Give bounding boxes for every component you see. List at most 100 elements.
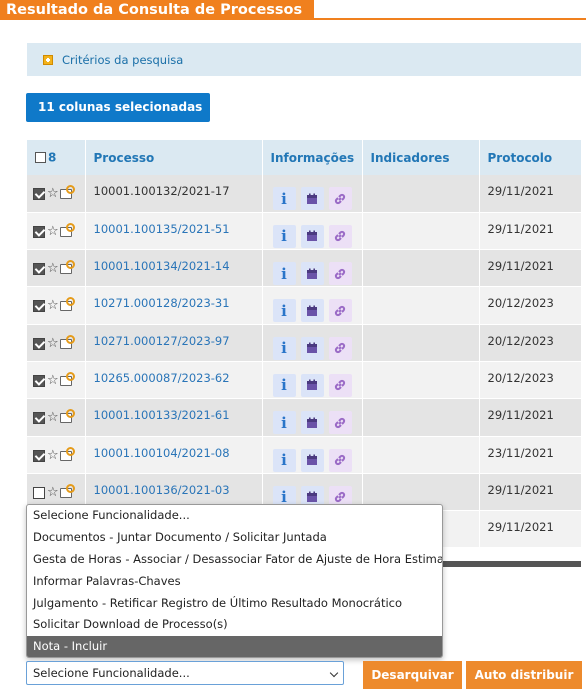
- row-checkbox[interactable]: [33, 188, 45, 200]
- dropdown-option[interactable]: Documentos - Juntar Documento / Solicita…: [27, 527, 442, 549]
- functionality-select-value: Selecione Funcionalidade...: [33, 666, 190, 680]
- tag-icon[interactable]: [59, 409, 75, 424]
- calendar-icon[interactable]: [300, 448, 324, 472]
- star-icon[interactable]: ☆: [47, 262, 59, 275]
- tag-icon[interactable]: [59, 185, 75, 199]
- auto-distribuir-button[interactable]: Auto distribuir: [466, 661, 582, 689]
- info-icon[interactable]: i: [272, 373, 296, 397]
- dropdown-option[interactable]: Selecione Funcionalidade...: [27, 505, 442, 527]
- indicadores-cell: [362, 361, 480, 400]
- star-icon[interactable]: ☆: [47, 449, 59, 462]
- informacoes-cell: i: [262, 212, 363, 251]
- protocolo-cell: 20/12/2023: [479, 286, 582, 325]
- info-icon[interactable]: i: [272, 187, 296, 210]
- row-checkbox[interactable]: [33, 263, 45, 276]
- star-icon[interactable]: ☆: [47, 411, 59, 424]
- tag-icon[interactable]: [59, 371, 75, 386]
- header-select-all[interactable]: 8: [27, 140, 86, 175]
- expand-icon[interactable]: [43, 54, 53, 65]
- star-icon[interactable]: ☆: [47, 225, 59, 238]
- scroll-strip: [443, 561, 581, 567]
- link-icon[interactable]: [328, 336, 352, 360]
- row-checkbox[interactable]: [33, 374, 45, 387]
- processo-cell[interactable]: 10001.100135/2021-51: [85, 212, 263, 251]
- column-header-protocolo[interactable]: Protocolo: [479, 140, 582, 175]
- row-checkbox[interactable]: [33, 300, 45, 313]
- tag-icon[interactable]: [59, 297, 75, 312]
- processo-cell[interactable]: 10271.000127/2023-97: [85, 324, 263, 362]
- processo-cell[interactable]: 10271.000128/2023-31: [85, 286, 263, 325]
- tag-icon[interactable]: [59, 334, 75, 349]
- row-checkbox[interactable]: [33, 486, 45, 499]
- processo-cell[interactable]: 10001.100134/2021-14: [85, 249, 263, 288]
- calendar-icon[interactable]: [300, 262, 324, 286]
- info-icon[interactable]: i: [272, 262, 296, 286]
- star-icon[interactable]: ☆: [47, 374, 59, 387]
- processo-cell[interactable]: 10001.100133/2021-61: [85, 398, 263, 437]
- protocolo-cell: 29/11/2021: [479, 249, 582, 288]
- info-icon[interactable]: i: [272, 224, 296, 248]
- tag-icon[interactable]: [59, 483, 75, 498]
- calendar-icon[interactable]: [300, 373, 324, 397]
- info-icon[interactable]: i: [272, 336, 296, 360]
- processo-number[interactable]: 10001.100104/2021-08: [94, 446, 230, 460]
- star-icon[interactable]: ☆: [47, 299, 59, 312]
- processo-cell[interactable]: 10265.000087/2023-62: [85, 361, 263, 400]
- processo-number[interactable]: 10271.000128/2023-31: [94, 296, 230, 310]
- link-icon[interactable]: [328, 187, 352, 210]
- star-icon[interactable]: ☆: [47, 187, 59, 200]
- search-criteria-label[interactable]: Critérios da pesquisa: [62, 53, 183, 67]
- processo-cell[interactable]: 10001.100104/2021-08: [85, 436, 263, 474]
- dropdown-option[interactable]: Informar Palavras-Chaves: [27, 571, 442, 593]
- link-icon[interactable]: [328, 411, 352, 435]
- link-icon[interactable]: [328, 262, 352, 286]
- column-header-processo[interactable]: Processo: [85, 140, 263, 175]
- link-icon[interactable]: [328, 299, 352, 323]
- processo-number[interactable]: 10001.100135/2021-51: [94, 222, 230, 236]
- calendar-icon[interactable]: [300, 411, 324, 435]
- row-actions-cell: ☆: [27, 436, 86, 474]
- star-icon[interactable]: ☆: [47, 486, 59, 499]
- protocolo-date: 29/11/2021: [487, 408, 554, 423]
- select-all-checkbox[interactable]: [35, 152, 46, 164]
- protocolo-cell: 29/11/2021: [479, 473, 582, 512]
- dropdown-option[interactable]: Gesta de Horas - Associar / Desassociar …: [27, 549, 442, 571]
- protocolo-date: 29/11/2021: [487, 520, 554, 535]
- tag-icon[interactable]: [59, 446, 75, 461]
- desarquivar-button[interactable]: Desarquivar: [363, 661, 462, 689]
- functionality-select[interactable]: Selecione Funcionalidade...: [26, 661, 344, 685]
- dropdown-option[interactable]: Solicitar Download de Processo(s): [27, 614, 442, 636]
- processo-number[interactable]: 10001.100133/2021-61: [94, 408, 230, 422]
- protocolo-date: 29/11/2021: [487, 259, 554, 274]
- protocolo-cell: 29/11/2021: [479, 510, 582, 549]
- link-icon[interactable]: [328, 448, 352, 472]
- tag-icon[interactable]: [59, 260, 75, 275]
- columns-selector-button[interactable]: 11 colunas selecionadas: [26, 93, 210, 139]
- processo-number[interactable]: 10001.100136/2021-03: [94, 483, 230, 497]
- functionality-dropdown-list[interactable]: Selecione Funcionalidade... Documentos - …: [26, 504, 443, 658]
- info-icon[interactable]: i: [272, 448, 296, 472]
- row-actions-cell: ☆: [27, 175, 86, 213]
- processo-number[interactable]: 10271.000127/2023-97: [94, 334, 230, 348]
- link-icon[interactable]: [328, 373, 352, 397]
- protocolo-date: 20/12/2023: [487, 370, 554, 385]
- info-icon[interactable]: i: [272, 411, 296, 435]
- dropdown-option[interactable]: Nota - Incluir: [27, 636, 442, 657]
- chevron-down-icon: [329, 668, 339, 678]
- row-checkbox[interactable]: [33, 412, 45, 425]
- calendar-icon[interactable]: [300, 299, 324, 323]
- processo-number[interactable]: 10001.100134/2021-14: [94, 259, 230, 273]
- tag-icon[interactable]: [59, 222, 75, 237]
- row-checkbox[interactable]: [33, 225, 45, 238]
- star-icon[interactable]: ☆: [47, 337, 59, 350]
- calendar-icon[interactable]: [300, 224, 324, 248]
- search-criteria-panel[interactable]: Critérios da pesquisa: [27, 43, 581, 76]
- calendar-icon[interactable]: [300, 336, 324, 360]
- row-checkbox[interactable]: [33, 337, 45, 350]
- calendar-icon[interactable]: [300, 187, 324, 210]
- info-icon[interactable]: i: [272, 299, 296, 323]
- row-checkbox[interactable]: [33, 449, 45, 462]
- processo-number[interactable]: 10265.000087/2023-62: [94, 371, 230, 385]
- dropdown-option[interactable]: Julgamento - Retificar Registro de Últim…: [27, 593, 442, 615]
- link-icon[interactable]: [328, 224, 352, 248]
